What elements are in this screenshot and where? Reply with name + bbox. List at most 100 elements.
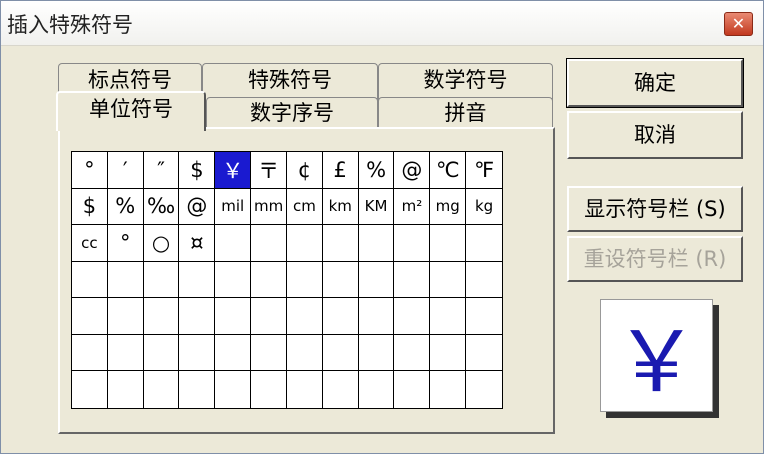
cancel-button[interactable]: 取消 (567, 111, 743, 159)
empty-symbol-cell[interactable] (322, 225, 359, 262)
symbol-cell[interactable]: ¤ (179, 225, 216, 262)
empty-symbol-cell[interactable] (466, 298, 502, 335)
tab-label: 数学符号 (423, 68, 508, 92)
empty-symbol-cell[interactable] (251, 298, 287, 335)
empty-symbol-cell[interactable] (179, 371, 216, 408)
empty-symbol-cell[interactable] (72, 334, 108, 372)
empty-symbol-cell[interactable] (394, 225, 431, 262)
symbol-cell[interactable]: km (322, 188, 359, 226)
symbol-cell[interactable]: ′ (107, 152, 144, 189)
symbol-cell[interactable]: ″ (143, 152, 180, 189)
close-icon: ✕ (731, 14, 746, 33)
empty-symbol-cell[interactable] (251, 371, 287, 408)
symbol-cell[interactable]: mm (251, 188, 287, 226)
empty-symbol-cell[interactable] (179, 298, 216, 335)
empty-symbol-cell[interactable] (286, 261, 323, 299)
empty-symbol-cell[interactable] (143, 261, 180, 299)
symbol-cell[interactable]: m² (394, 188, 431, 226)
empty-symbol-cell[interactable] (143, 298, 180, 335)
empty-symbol-cell[interactable] (72, 371, 108, 408)
empty-symbol-cell[interactable] (323, 371, 359, 408)
symbol-cell[interactable]: $ (72, 188, 108, 226)
symbol-cell[interactable]: cc (72, 225, 108, 262)
window-title: 插入特殊符号 (7, 13, 133, 37)
symbol-grid[interactable]: ° ′ ″ $ ￥ 〒 ¢ £% @ ℃ ℉ $% ‰ @ mil mm cm km KM m² mg kg cc ° ○ ¤ (71, 151, 503, 409)
tab-special[interactable]: 特殊符号 (202, 63, 378, 101)
empty-symbol-cell[interactable] (394, 261, 431, 299)
empty-symbol-cell[interactable] (72, 298, 108, 335)
empty-symbol-cell[interactable] (251, 261, 287, 299)
empty-symbol-cell[interactable] (466, 225, 502, 262)
tab-units[interactable]: 单位符号 (56, 91, 206, 131)
symbol-cell[interactable]: ° (107, 225, 144, 262)
tab-pinyin[interactable]: 拼音 (378, 97, 553, 129)
empty-symbol-cell[interactable] (108, 371, 144, 408)
empty-symbol-cell[interactable] (394, 371, 431, 408)
empty-symbol-cell[interactable] (144, 371, 180, 408)
empty-symbol-cell[interactable] (358, 298, 395, 335)
reset-symbol-bar-button[interactable]: 重设符号栏 (R) (567, 236, 743, 282)
empty-symbol-cell[interactable] (430, 261, 467, 299)
empty-symbol-cell[interactable] (215, 334, 252, 372)
symbol-cell[interactable]: mg (430, 188, 467, 226)
symbol-cell[interactable]: @ (394, 152, 431, 189)
empty-symbol-cell[interactable] (107, 334, 144, 372)
symbol-cell[interactable]: % (358, 152, 395, 189)
symbol-cell[interactable]: @ (179, 188, 216, 226)
symbol-cell[interactable]: KM (358, 188, 395, 226)
empty-symbol-cell[interactable] (215, 371, 252, 408)
empty-symbol-cell[interactable] (143, 334, 180, 372)
empty-symbol-cell[interactable] (286, 225, 323, 262)
empty-symbol-cell[interactable] (287, 371, 323, 408)
empty-symbol-cell[interactable] (358, 334, 395, 372)
symbol-cell[interactable]: cm (286, 188, 323, 226)
symbol-preview: ￥ (600, 299, 713, 412)
empty-symbol-cell[interactable] (107, 298, 144, 335)
empty-symbol-cell[interactable] (322, 298, 359, 335)
symbol-cell[interactable]: ‰ (143, 188, 180, 226)
empty-symbol-cell[interactable] (358, 261, 395, 299)
empty-symbol-cell[interactable] (286, 334, 323, 372)
empty-symbol-cell[interactable] (72, 261, 108, 299)
empty-symbol-cell[interactable] (322, 334, 359, 372)
empty-symbol-cell[interactable] (107, 261, 144, 299)
empty-symbol-cell[interactable] (251, 225, 287, 262)
symbol-cell[interactable]: ○ (143, 225, 180, 262)
empty-symbol-cell[interactable] (215, 261, 252, 299)
empty-symbol-cell[interactable] (394, 298, 431, 335)
show-symbol-bar-button[interactable]: 显示符号栏 (S) (567, 186, 743, 232)
empty-symbol-cell[interactable] (179, 261, 216, 299)
empty-symbol-cell[interactable] (358, 225, 395, 262)
symbol-cell[interactable]: kg (466, 189, 502, 226)
symbol-cell[interactable]: ￥ (215, 152, 252, 189)
empty-symbol-cell[interactable] (466, 371, 502, 408)
symbol-cell[interactable]: mil (215, 188, 252, 226)
title-bar[interactable]: 插入特殊符号 ✕ (1, 1, 763, 46)
tab-math[interactable]: 数学符号 (378, 63, 553, 101)
symbol-cell[interactable]: % (107, 188, 144, 226)
empty-symbol-cell[interactable] (322, 261, 359, 299)
symbol-cell[interactable]: ℃ (430, 152, 467, 189)
symbol-cell[interactable]: 〒 (251, 152, 287, 189)
empty-symbol-cell[interactable] (466, 262, 502, 299)
symbol-cell[interactable]: ¢ (286, 152, 323, 189)
empty-symbol-cell[interactable] (251, 334, 287, 372)
tab-number-ordinals[interactable]: 数字序号 (206, 97, 378, 129)
empty-symbol-cell[interactable] (286, 298, 323, 335)
empty-symbol-cell[interactable] (215, 225, 252, 262)
symbol-cell[interactable]: ℉ (466, 152, 502, 189)
empty-symbol-cell[interactable] (215, 298, 252, 335)
empty-symbol-cell[interactable] (394, 334, 431, 372)
close-button[interactable]: ✕ (724, 12, 753, 36)
empty-symbol-cell[interactable] (359, 371, 395, 408)
empty-symbol-cell[interactable] (430, 298, 467, 335)
symbol-cell[interactable]: £ (322, 152, 359, 189)
empty-symbol-cell[interactable] (466, 335, 502, 372)
symbol-cell[interactable]: ° (72, 152, 108, 189)
empty-symbol-cell[interactable] (430, 334, 467, 372)
empty-symbol-cell[interactable] (179, 334, 216, 372)
symbol-cell[interactable]: $ (179, 152, 216, 189)
ok-button[interactable]: 确定 (566, 58, 744, 108)
empty-symbol-cell[interactable] (430, 225, 467, 262)
empty-symbol-cell[interactable] (430, 371, 467, 408)
